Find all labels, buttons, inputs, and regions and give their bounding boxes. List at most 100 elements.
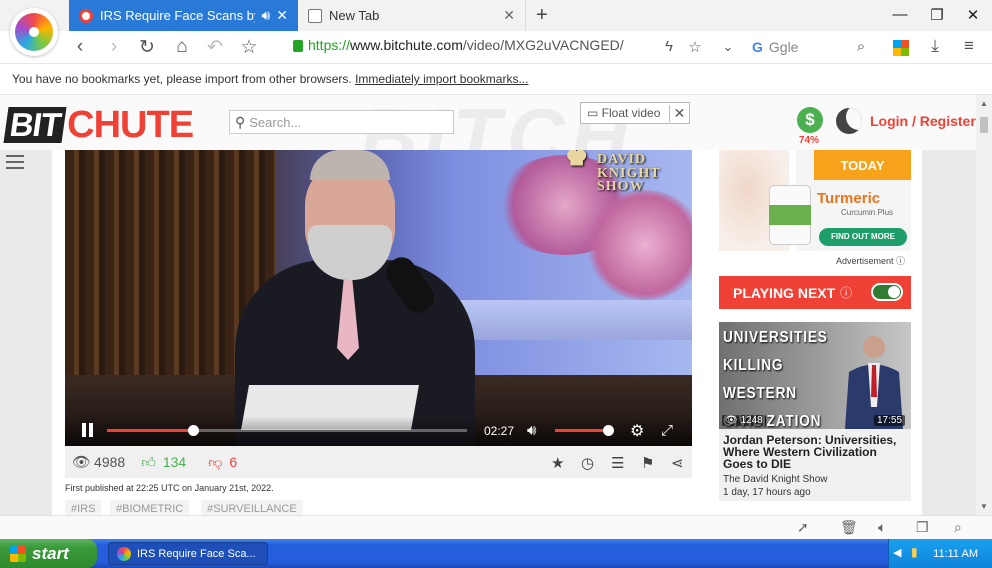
volume-slider[interactable] [555, 425, 615, 436]
dark-mode-moon-icon[interactable] [836, 108, 862, 134]
pink-tree-image [585, 190, 692, 300]
address-bar[interactable]: https://www.bitchute.com/video/MXG2uVACN… [308, 37, 624, 53]
search-icon[interactable]: ⌕ [849, 38, 873, 55]
dropdown-chevron-icon[interactable]: ⌄ [716, 39, 740, 55]
site-search-input[interactable]: ⚲ Search... [229, 110, 454, 134]
autoplay-toggle[interactable] [871, 283, 903, 301]
tab-audio-icon[interactable]: 🔊︎ [261, 7, 270, 24]
tab-title: IRS Require Face Scans by [100, 8, 256, 23]
network-icon[interactable]: ▮ [911, 545, 918, 559]
back-icon[interactable]: ‹ [68, 36, 92, 58]
login-register-link[interactable]: Login / Register [870, 113, 976, 129]
video-controls: 02:27 🔊︎ ⚙ ⤢ [65, 416, 692, 446]
windows-flag-icon [10, 545, 26, 562]
home-icon[interactable]: ⌂ [170, 36, 194, 58]
next-video-channel[interactable]: The David Knight Show [723, 474, 907, 485]
favorite-star-icon[interactable]: ★ [551, 454, 564, 472]
volume-handle[interactable] [603, 425, 615, 436]
fullscreen-icon[interactable]: ⤢ [661, 422, 673, 439]
watch-later-clock-icon[interactable]: ◷ [581, 454, 594, 472]
published-date: First published at 22:25 UTC on January … [65, 483, 274, 493]
google-icon: G [752, 39, 763, 55]
secure-lock-icon[interactable] [293, 40, 303, 52]
browser-logo-icon[interactable] [10, 8, 58, 56]
rocket-icon[interactable]: ➚ [797, 519, 809, 536]
show-logo-line2: KNIGHT SHOW [597, 166, 661, 194]
bookmark-star-icon[interactable]: ☆ [237, 36, 261, 59]
bitchute-logo[interactable]: BIT CHUTE [3, 104, 194, 146]
ad-headline: TODAY [814, 150, 911, 180]
tab-bitchute-video[interactable]: IRS Require Face Scans by 🔊︎ ✕ [69, 0, 298, 31]
volume-icon[interactable]: 🔊︎ [527, 422, 536, 439]
browser-app-icon [117, 546, 131, 561]
start-button[interactable]: start [0, 539, 97, 568]
logo-chute: CHUTE [67, 104, 194, 146]
speaker-icon[interactable]: 🔈︎ [878, 519, 886, 536]
favorite-star-icon[interactable]: ☆ [683, 38, 707, 56]
scroll-down-icon[interactable]: ▼ [980, 502, 988, 511]
views-eye-icon: 👁︎ [72, 454, 92, 471]
help-icon[interactable]: ⓘ [840, 284, 852, 301]
menu-icon[interactable]: ≡ [957, 36, 981, 56]
tab-close-icon[interactable]: ✕ [276, 7, 288, 24]
views-eye-icon: 👁︎ [725, 415, 741, 426]
scrollbar-thumb[interactable] [980, 117, 988, 133]
hashtag[interactable]: #IRS [65, 500, 102, 515]
site-header: BITCH BIT CHUTE ⚲ Search... ▭ Float vide… [0, 95, 976, 181]
lightning-icon[interactable]: ϟ [657, 38, 681, 55]
share-icon[interactable]: ⋖ [671, 454, 684, 472]
window-icon[interactable]: ❐ [916, 519, 929, 536]
thumbnail-person-image [845, 336, 903, 429]
forward-icon[interactable]: › [102, 36, 126, 58]
donate-dollar-icon[interactable]: $ [797, 107, 823, 133]
next-video-info[interactable]: Jordan Peterson: Universities, Where Wes… [719, 429, 911, 501]
tray-expand-icon[interactable]: ◀ [893, 546, 901, 559]
restore-icon[interactable]: ❐ [927, 6, 947, 26]
reload-icon[interactable]: ↻ [135, 36, 159, 59]
float-video-button[interactable]: ▭ Float video ✕ [580, 102, 690, 124]
tab-close-icon[interactable]: ✕ [503, 7, 515, 24]
import-bookmarks-link[interactable]: Immediately import bookmarks... [355, 72, 528, 86]
new-tab-button[interactable]: + [536, 4, 548, 27]
taskbar-window-title: IRS Require Face Sca... [137, 547, 256, 560]
taskbar-window-button[interactable]: IRS Require Face Sca... [108, 542, 268, 565]
hashtag[interactable]: #BIOMETRIC [110, 500, 190, 515]
tab-new-tab[interactable]: New Tab ✕ [298, 0, 526, 31]
search-engine-placeholder: Ggle [768, 39, 799, 55]
download-icon[interactable]: ⤓ [923, 36, 947, 56]
dislike-thumb-icon[interactable]: 👎︎ [208, 454, 222, 471]
like-thumb-icon[interactable]: 👍︎ [141, 454, 156, 471]
undo-close-tab-icon[interactable]: ↶ [203, 36, 227, 59]
new-tab-page-icon [308, 8, 322, 23]
scroll-up-icon[interactable]: ▲ [980, 99, 988, 108]
video-player[interactable]: ♚ DAVID KNIGHT SHOW 02:27 🔊︎ ⚙ ⤢ [65, 150, 692, 446]
seek-handle[interactable] [188, 425, 200, 436]
info-icon[interactable]: ⓘ [896, 256, 905, 266]
close-float-icon[interactable]: ✕ [669, 104, 689, 122]
settings-gear-icon[interactable]: ⚙ [630, 421, 644, 441]
apps-grid-icon[interactable] [893, 40, 909, 56]
flag-icon[interactable]: ⚑ [641, 454, 654, 472]
sidebar-menu-icon[interactable] [6, 155, 24, 173]
view-count: 4988 [94, 454, 126, 470]
start-label: start [32, 543, 69, 563]
seek-bar[interactable] [107, 425, 467, 436]
pause-icon[interactable] [81, 423, 95, 437]
volume-fill [555, 429, 609, 432]
bookmarks-empty-message: You have no bookmarks yet, please import… [12, 72, 352, 86]
next-video-thumbnail[interactable]: UNIVERSITIES KILLING WESTERN CIVILIZATIO… [719, 322, 911, 429]
ad-cta-button[interactable]: FIND OUT MORE [819, 228, 907, 246]
minimize-icon[interactable]: — [890, 6, 910, 26]
thumbnail-line: WESTERN [723, 385, 797, 402]
hashtag[interactable]: #SURVEILLANCE [201, 500, 303, 515]
clock[interactable]: 11:11 AM [933, 548, 978, 560]
page-scrollbar[interactable]: ▲ ▼ [976, 95, 992, 515]
seek-bar-fill [107, 429, 194, 432]
playlist-icon[interactable]: ☰ [611, 454, 624, 472]
next-video-title[interactable]: Jordan Peterson: Universities, Where Wes… [723, 434, 907, 470]
zoom-icon[interactable]: ⌕ [954, 519, 962, 536]
trash-icon[interactable]: 🗑︎ [840, 519, 858, 536]
show-logo: ♚ DAVID KNIGHT SHOW [565, 150, 685, 194]
advertisement-banner[interactable]: TODAY Turmeric Curcumin Plus FIND OUT MO… [719, 150, 911, 251]
close-window-icon[interactable]: ✕ [963, 6, 983, 26]
